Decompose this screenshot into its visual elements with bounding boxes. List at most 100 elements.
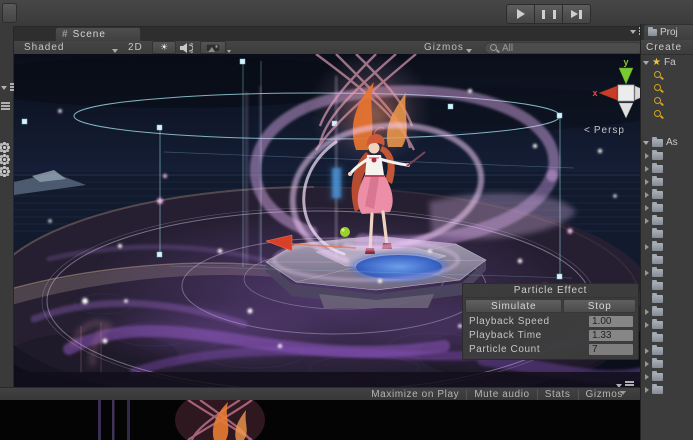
asset-folder-row[interactable] xyxy=(641,227,693,240)
step-button[interactable] xyxy=(563,4,591,24)
asset-folder-row[interactable] xyxy=(641,253,693,266)
asset-folder-row[interactable] xyxy=(641,201,693,214)
folder-icon xyxy=(652,292,663,303)
pause-button[interactable] xyxy=(535,4,563,24)
favorites-list xyxy=(641,69,693,121)
toggle-2d-button[interactable]: 2D xyxy=(128,41,143,53)
speaker-icon xyxy=(180,43,193,53)
scene-tab-grid-icon: # xyxy=(62,29,69,40)
lighting-toggle-button[interactable]: ☀ xyxy=(152,41,176,54)
asset-folder-row[interactable] xyxy=(641,279,693,292)
scene-search-input[interactable]: All xyxy=(484,42,643,54)
search-filter-icon xyxy=(654,71,663,80)
simulate-button[interactable]: Simulate xyxy=(465,299,563,313)
asset-folder-row[interactable] xyxy=(641,266,693,279)
persp-label: Persp xyxy=(593,125,625,136)
left-panel-edge xyxy=(0,26,19,387)
playback-time-field[interactable]: 1.33 xyxy=(589,329,633,341)
scene-tab-label: Scene xyxy=(72,29,106,40)
asset-folder-row[interactable] xyxy=(641,240,693,253)
expand-icon xyxy=(645,360,649,367)
play-icon xyxy=(516,9,525,19)
folder-icon xyxy=(652,149,663,160)
expand-icon xyxy=(645,178,649,185)
game-toolbar-item[interactable]: Stats xyxy=(536,388,578,400)
scene-toolbar: Shaded 2D ☀ Gizmos All xyxy=(14,41,643,55)
unity-editor-window: # Scene Shaded 2D ☀ Gizmos All y x < Per… xyxy=(0,0,693,440)
search-filter-icon xyxy=(654,84,663,93)
play-button[interactable] xyxy=(506,4,535,24)
particle-count-label: Particle Count xyxy=(469,343,541,355)
folder-icon xyxy=(652,370,663,381)
folder-icon xyxy=(652,240,663,251)
game-toolbar-item[interactable]: Mute audio xyxy=(466,388,536,400)
create-button[interactable]: Create xyxy=(641,40,693,55)
asset-folder-row[interactable] xyxy=(641,149,693,162)
particle-system-icon[interactable] xyxy=(3,170,6,173)
expand-icon xyxy=(645,191,649,198)
asset-folder-row[interactable] xyxy=(641,344,693,357)
audio-toggle-button[interactable] xyxy=(180,42,193,54)
asset-folder-row[interactable] xyxy=(641,357,693,370)
step-icon xyxy=(571,10,582,19)
search-filter-icon xyxy=(654,110,663,119)
axis-x-label: x xyxy=(592,88,597,98)
game-gizmos-dropdown-arrow[interactable] xyxy=(614,391,626,395)
folder-icon xyxy=(652,344,663,355)
play-controls xyxy=(506,4,591,24)
perspective-toggle[interactable]: < Persp xyxy=(584,125,625,136)
folder-icon xyxy=(652,214,663,225)
favorites-search-item[interactable] xyxy=(641,95,693,108)
favorites-search-item[interactable] xyxy=(641,82,693,95)
game-viewport[interactable] xyxy=(0,390,640,440)
persp-arrow-icon: < xyxy=(584,125,591,136)
tab-project[interactable]: Proj xyxy=(644,25,693,40)
expand-icon xyxy=(645,152,649,159)
asset-folder-row[interactable] xyxy=(641,318,693,331)
asset-folder-row[interactable] xyxy=(641,175,693,188)
particle-system-icon[interactable] xyxy=(3,158,6,161)
search-filter-icon xyxy=(654,97,663,106)
playback-speed-field[interactable]: 1.00 xyxy=(589,315,633,327)
pause-icon xyxy=(541,9,556,19)
asset-folder-row[interactable] xyxy=(641,370,693,383)
collapse-icon xyxy=(643,60,649,65)
assets-label: As xyxy=(666,137,678,148)
asset-folder-row[interactable] xyxy=(641,188,693,201)
game-toolbar-item[interactable]: Maximize on Play xyxy=(364,389,466,400)
favorites-header[interactable]: ★ Fa xyxy=(641,56,693,69)
collapse-icon xyxy=(643,140,649,145)
assets-folder-icon xyxy=(652,136,663,147)
search-icon xyxy=(490,43,499,53)
assets-header[interactable]: As xyxy=(641,136,693,149)
asset-folder-row[interactable] xyxy=(641,162,693,175)
asset-folder-row[interactable] xyxy=(641,383,693,396)
tab-scene[interactable]: # Scene xyxy=(55,27,141,41)
folder-icon xyxy=(652,188,663,199)
folder-icon xyxy=(652,383,663,394)
asset-folder-row[interactable] xyxy=(641,331,693,344)
toolbar-stub-button[interactable] xyxy=(2,3,17,23)
effects-toggle-button[interactable] xyxy=(200,41,226,54)
gizmos-dropdown[interactable]: Gizmos xyxy=(424,41,464,53)
expand-icon xyxy=(645,204,649,211)
render-mode-dropdown[interactable]: Shaded xyxy=(24,41,64,53)
left-pane-list-icon[interactable] xyxy=(1,102,10,104)
favorites-label: Fa xyxy=(663,57,676,68)
particle-system-icon[interactable] xyxy=(3,146,6,149)
folder-icon xyxy=(652,331,663,342)
expand-icon xyxy=(645,373,649,380)
asset-folder-row[interactable] xyxy=(641,292,693,305)
stop-button[interactable]: Stop xyxy=(563,299,636,313)
folder-icon xyxy=(652,357,663,368)
project-tab-bar: Proj xyxy=(641,24,693,40)
asset-folder-row[interactable] xyxy=(641,305,693,318)
expand-icon xyxy=(645,386,649,393)
particle-count-field[interactable]: 7 xyxy=(589,343,633,355)
favorites-search-item[interactable] xyxy=(641,69,693,82)
favorites-search-item[interactable] xyxy=(641,108,693,121)
folder-icon xyxy=(652,162,663,173)
folder-icon xyxy=(652,253,663,264)
playback-time-label: Playback Time xyxy=(469,329,542,341)
asset-folder-row[interactable] xyxy=(641,214,693,227)
